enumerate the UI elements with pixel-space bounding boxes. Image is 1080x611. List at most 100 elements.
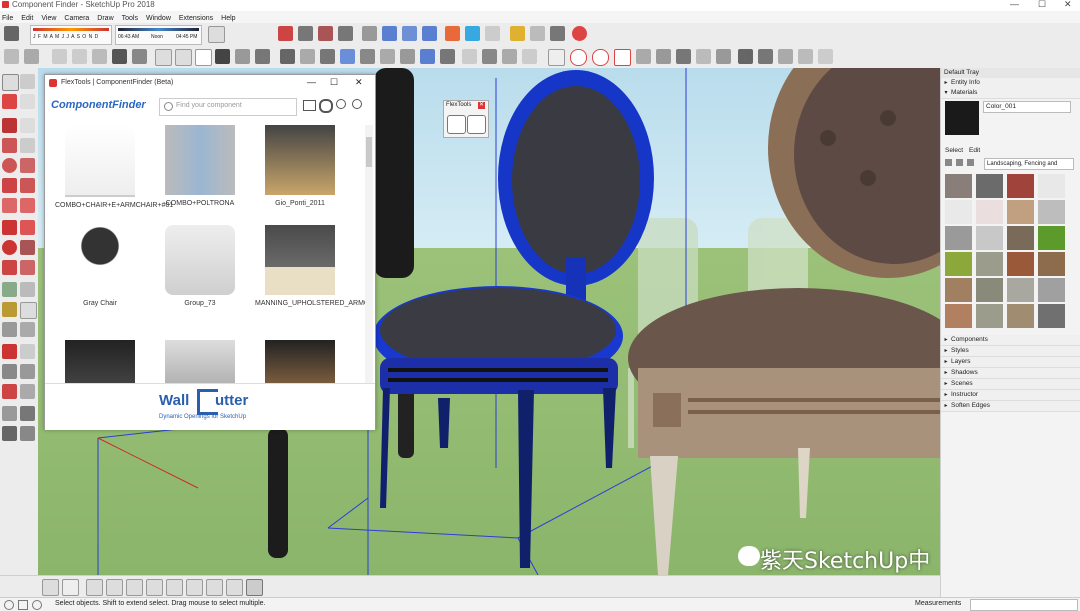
circle-icon[interactable] (2, 158, 17, 173)
scene-icon[interactable] (126, 579, 143, 596)
material-swatch[interactable] (1007, 252, 1034, 276)
zoom-icon[interactable] (2, 364, 17, 379)
scene-icon[interactable] (106, 579, 123, 596)
box-gray-icon[interactable] (485, 26, 500, 41)
eraser-icon[interactable] (4, 26, 19, 41)
nav-forward-icon[interactable] (956, 159, 963, 166)
layer-icon[interactable] (208, 26, 225, 43)
orbit-icon[interactable] (2, 344, 17, 359)
home-icon[interactable] (195, 49, 212, 66)
shaded-icon[interactable] (215, 49, 230, 64)
line-tool-icon[interactable] (2, 118, 17, 133)
scale-icon[interactable] (696, 49, 711, 64)
chat-icon[interactable] (798, 49, 813, 64)
3pt-arc-icon[interactable] (2, 198, 17, 213)
walk-icon[interactable] (300, 49, 315, 64)
cf-close-button[interactable]: ✕ (355, 77, 363, 88)
cf-scrollbar[interactable] (365, 125, 373, 385)
render-icon[interactable] (758, 49, 773, 64)
cf-minimize-button[interactable]: — (307, 77, 316, 87)
solid-subtract-icon[interactable] (482, 49, 497, 64)
wallcutter-banner[interactable]: Wall utter Dynamic Openings for SketchUp (45, 383, 375, 430)
export-icon[interactable] (818, 49, 833, 64)
material-name-field[interactable]: Color_001 (983, 101, 1071, 113)
home-icon[interactable] (967, 159, 974, 166)
cube-icon[interactable] (338, 26, 353, 41)
select-tool-icon[interactable] (2, 74, 19, 91)
material-swatch[interactable] (976, 304, 1003, 328)
edit-tab[interactable]: Edit (969, 147, 980, 154)
window-icon[interactable] (676, 49, 691, 64)
component-item[interactable]: COMBO+CHAIR+E+ARMCHAIR+#01 (55, 125, 173, 210)
flip-edge-icon[interactable] (440, 49, 455, 64)
solid-union-icon[interactable] (462, 49, 477, 64)
solid-trim-icon[interactable] (502, 49, 517, 64)
tray-instructor[interactable]: ▸ Instructor (941, 390, 1080, 401)
component-item[interactable]: Gray Chair (55, 225, 145, 308)
collection-select[interactable]: Landscaping, Fencing and (984, 158, 1074, 170)
scene-icon[interactable] (146, 579, 163, 596)
tray-materials[interactable]: ▾ Materials (941, 88, 1080, 99)
scene-icon[interactable] (206, 579, 223, 596)
material-swatch[interactable] (945, 278, 972, 302)
box-blue-icon[interactable] (465, 26, 480, 41)
terrain-icon[interactable] (380, 49, 395, 64)
move-tool-icon[interactable] (2, 220, 17, 235)
extension-icon[interactable] (510, 26, 525, 41)
pan-icon[interactable] (20, 344, 35, 359)
door-icon[interactable] (656, 49, 671, 64)
scene-icon[interactable] (86, 579, 103, 596)
cf-search-field[interactable]: Find your component (159, 98, 297, 116)
warehouse-icon[interactable] (550, 26, 565, 41)
maximize-button[interactable]: ☐ (1038, 0, 1046, 10)
camera-icon[interactable] (280, 49, 295, 64)
make-component-icon[interactable] (24, 49, 39, 64)
monochrome-icon[interactable] (255, 49, 270, 64)
previous-view-icon[interactable] (20, 384, 35, 399)
iso-view-icon[interactable] (52, 49, 67, 64)
3d-text-icon[interactable] (20, 322, 35, 337)
dice-icon[interactable] (530, 26, 545, 41)
refresh-icon[interactable] (319, 99, 333, 113)
eye-icon[interactable] (20, 406, 35, 421)
component-tool-icon[interactable] (20, 74, 35, 89)
section-icon[interactable] (382, 26, 397, 41)
zoom-in-icon[interactable] (336, 99, 346, 109)
drape-icon[interactable] (420, 49, 435, 64)
scene-icon[interactable] (226, 579, 243, 596)
protractor-icon[interactable] (2, 302, 17, 317)
axes-icon[interactable] (2, 322, 17, 337)
sync-icon[interactable] (716, 49, 731, 64)
material-swatch[interactable] (1038, 304, 1065, 328)
pie-icon[interactable] (20, 198, 35, 213)
material-swatch[interactable] (1038, 226, 1065, 250)
tray-styles[interactable]: ▸ Styles (941, 346, 1080, 357)
dimension-icon[interactable] (20, 282, 35, 297)
wallcutter-icon[interactable] (592, 49, 609, 66)
material-swatch[interactable] (1038, 252, 1065, 276)
rectangle-icon[interactable] (2, 138, 17, 153)
textured-icon[interactable] (235, 49, 250, 64)
paint-icon[interactable] (318, 26, 333, 41)
material-swatch[interactable] (1007, 278, 1034, 302)
2pt-arc-icon[interactable] (20, 178, 35, 193)
zoom-out-icon[interactable] (352, 99, 362, 109)
shadow-time-slider[interactable]: 06:43 AM Noon 04:45 PM (115, 25, 202, 45)
offset-icon[interactable] (20, 260, 35, 275)
gear-red-icon[interactable] (572, 26, 587, 41)
material-swatch[interactable] (945, 252, 972, 276)
section-fill-icon[interactable] (422, 26, 437, 41)
tray-shadows[interactable]: ▸ Shadows (941, 368, 1080, 379)
material-swatch[interactable] (1007, 200, 1034, 224)
footprint-icon[interactable] (2, 426, 17, 441)
tray-components[interactable]: ▸ Components (941, 335, 1080, 346)
scene-icon[interactable] (42, 579, 59, 596)
material-swatch[interactable] (945, 226, 972, 250)
select-icon[interactable] (4, 49, 19, 64)
polygon-icon[interactable] (20, 158, 35, 173)
gear-icon[interactable] (467, 115, 486, 134)
push-pull-icon[interactable] (20, 220, 35, 235)
material-swatch[interactable] (1007, 174, 1034, 198)
material-swatch[interactable] (945, 304, 972, 328)
wireframe-icon[interactable] (175, 49, 192, 66)
